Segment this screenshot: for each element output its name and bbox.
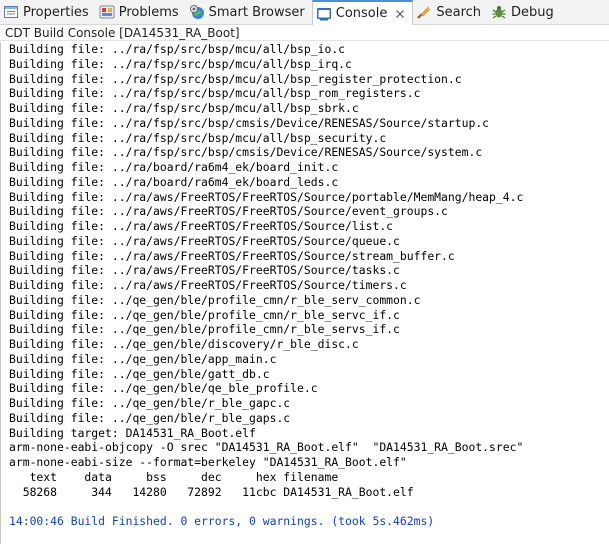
console-line: Building file: ../qe_gen/ble/profile_cmn… xyxy=(9,322,400,337)
tab-smart-browser[interactable]: Smart Browser xyxy=(186,0,312,24)
view-tab-bar: Properties Problems Smart Browser Consol… xyxy=(0,0,609,25)
console-output[interactable]: Building file: ../ra/fsp/src/bsp/mcu/all… xyxy=(0,42,609,544)
debug-icon xyxy=(491,4,507,20)
console-line: Building file: ../qe_gen/ble/app_main.c xyxy=(9,351,277,366)
tab-label: Console xyxy=(335,6,388,21)
console-line: Building file: ../ra/board/ra6m4_ek/boar… xyxy=(9,174,339,189)
console-line: Building file: ../ra/board/ra6m4_ek/boar… xyxy=(9,160,339,174)
console-line: Building file: ../qe_gen/ble/qe_ble_prof… xyxy=(9,381,318,396)
console-line: Building file: ../ra/fsp/src/bsp/mcu/all… xyxy=(9,86,421,101)
console-line: Building file: ../ra/fsp/src/bsp/mcu/all… xyxy=(9,56,352,71)
console-line: Building file: ../ra/aws/FreeRTOS/FreeRT… xyxy=(9,219,394,233)
search-icon xyxy=(416,4,432,20)
console-line: Building file: ../qe_gen/ble/gatt_db.c xyxy=(9,366,270,381)
tab-label: Debug xyxy=(511,4,554,20)
tab-label: Problems xyxy=(118,4,179,20)
console-line: Building file: ../ra/aws/FreeRTOS/FreeRT… xyxy=(9,233,400,248)
console-line: Building file: ../ra/fsp/src/bsp/cmsis/D… xyxy=(9,145,483,160)
console-line: arm-none-eabi-objcopy -O srec "DA14531_R… xyxy=(9,440,524,455)
console-icon xyxy=(316,6,332,22)
console-line: Building file: ../ra/fsp/src/bsp/cmsis/D… xyxy=(9,115,490,130)
smart-browser-icon xyxy=(189,4,205,20)
console-line: Building target: DA14531_RA_Boot.elf xyxy=(9,425,256,440)
console-line: Building file: ../ra/aws/FreeRTOS/FreeRT… xyxy=(9,278,407,292)
tab-debug[interactable]: Debug xyxy=(488,0,561,24)
tab-console[interactable]: Console xyxy=(311,0,414,25)
size-table-header: text data bss dec hex filename xyxy=(9,469,339,484)
close-icon[interactable] xyxy=(394,8,406,20)
console-line: Building file: ../ra/fsp/src/bsp/mcu/all… xyxy=(9,101,359,115)
console-line: Building file: ../ra/fsp/src/bsp/mcu/all… xyxy=(9,42,346,56)
tab-label: Search xyxy=(436,4,482,20)
console-line: Building file: ../qe_gen/ble/discovery/r… xyxy=(9,337,359,351)
console-line: Building file: ../qe_gen/ble/profile_cmn… xyxy=(9,292,421,307)
tab-search[interactable]: Search xyxy=(413,0,488,24)
console-title: CDT Build Console [DA14531_RA_Boot] xyxy=(0,25,609,41)
properties-icon xyxy=(3,4,19,20)
console-line: Building file: ../ra/fsp/src/bsp/mcu/all… xyxy=(9,130,387,145)
build-finished-line: 14:00:46 Build Finished. 0 errors, 0 war… xyxy=(9,514,435,528)
console-line: Building file: ../qe_gen/ble/r_ble_gaps.… xyxy=(9,410,291,425)
console-line: Building file: ../ra/aws/FreeRTOS/FreeRT… xyxy=(9,189,524,204)
console-line: Building file: ../qe_gen/ble/profile_cmn… xyxy=(9,307,400,322)
console-line: Building file: ../qe_gen/ble/r_ble_gapc.… xyxy=(9,396,291,410)
console-line: Building file: ../ra/aws/FreeRTOS/FreeRT… xyxy=(9,204,448,219)
console-line: Building file: ../ra/aws/FreeRTOS/FreeRT… xyxy=(9,263,400,278)
size-table-row: 58268 344 14280 72892 11cbc DA14531_RA_B… xyxy=(9,484,414,499)
console-line: arm-none-eabi-size --format=berkeley "DA… xyxy=(9,455,407,469)
tab-label: Properties xyxy=(23,4,89,20)
problems-icon xyxy=(99,4,115,20)
tab-properties[interactable]: Properties xyxy=(0,0,96,24)
tab-label: Smart Browser xyxy=(208,4,305,20)
console-line: Building file: ../ra/aws/FreeRTOS/FreeRT… xyxy=(9,248,455,263)
tab-problems[interactable]: Problems xyxy=(96,0,186,24)
console-line: Building file: ../ra/fsp/src/bsp/mcu/all… xyxy=(9,71,462,86)
